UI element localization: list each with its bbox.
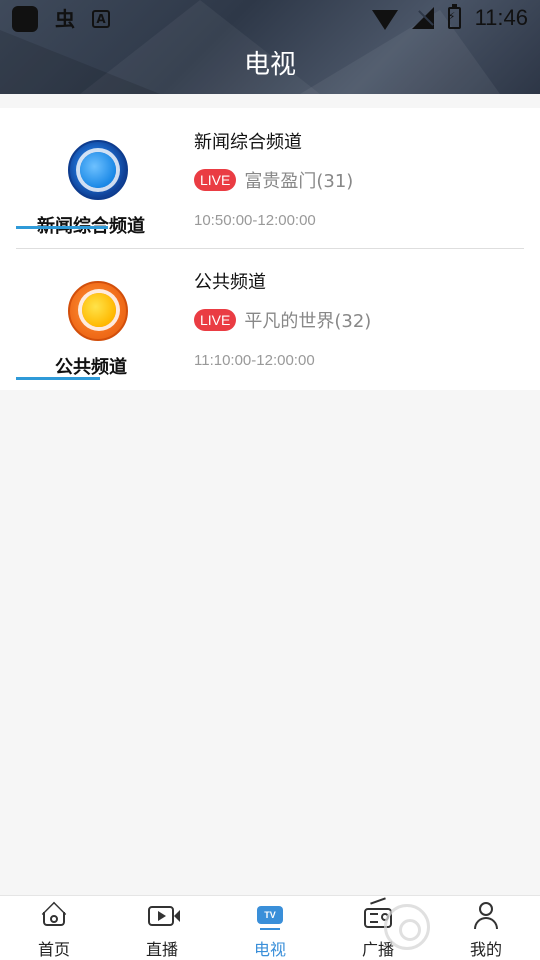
channel-logo-emblem (68, 281, 128, 341)
app-square-icon (12, 6, 38, 32)
home-icon-dot (50, 915, 58, 923)
nav-item-home[interactable]: 首页 (0, 896, 108, 960)
tv-icon: TV (257, 906, 283, 924)
page-title: 电视 (243, 50, 296, 80)
channel-logo: 公共频道 (16, 275, 166, 385)
channel-logo-text: 新闻综合频道 (37, 216, 145, 237)
channel-item[interactable]: 公共频道 公共频道 LIVE 平凡的世界(32) 11:10:00-12:00:… (0, 249, 540, 390)
nav-label: 电视 (253, 940, 286, 959)
channel-name: 新闻综合频道 (194, 132, 302, 153)
no-signal-icon (411, 7, 434, 29)
channel-logo: 新闻综合频道 (16, 134, 166, 244)
channel-list: 新闻综合频道 新闻综合频道 LIVE 富贵盈门(31) 10:50:00-12:… (0, 108, 540, 390)
live-badge: LIVE (194, 169, 237, 191)
play-icon (158, 911, 166, 921)
channel-logo-text: 公共频道 (55, 357, 127, 378)
bug-icon: 虫 (55, 7, 75, 31)
nav-item-live[interactable]: 直播 (108, 896, 216, 960)
now-playing: LIVE 富贵盈门(31) (194, 167, 353, 193)
channel-logo-emblem (68, 140, 128, 200)
now-playing: LIVE 平凡的世界(32) (194, 307, 371, 333)
radio-speaker-lines (370, 913, 378, 923)
watermark-icon (384, 904, 430, 950)
nav-item-tv[interactable]: TV 电视 (216, 896, 324, 960)
status-bar: 虫 A 11:46 (0, 0, 540, 36)
program-time: 10:50:00-12:00:00 (194, 212, 316, 229)
a-icon: A (92, 10, 110, 28)
live-badge: LIVE (194, 309, 237, 331)
wifi-icon (371, 10, 398, 30)
logo-underline (16, 377, 100, 380)
battery-charging-icon (447, 4, 461, 29)
app-header: 虫 A 11:46 电视 (0, 0, 540, 94)
nav-label: 首页 (37, 940, 70, 959)
status-time: 11:46 (474, 5, 528, 30)
program-time: 11:10:00-12:00:00 (194, 352, 315, 369)
camera-lens-icon (174, 910, 180, 922)
program-title: 富贵盈门(31) (244, 171, 354, 192)
nav-label: 直播 (145, 940, 178, 959)
tv-stand (260, 928, 280, 930)
logo-underline (16, 226, 108, 229)
watermark-logo (380, 900, 540, 956)
program-title: 平凡的世界(32) (244, 311, 372, 332)
channel-name: 公共频道 (194, 272, 266, 293)
channel-item[interactable]: 新闻综合频道 新闻综合频道 LIVE 富贵盈门(31) 10:50:00-12:… (0, 108, 540, 249)
